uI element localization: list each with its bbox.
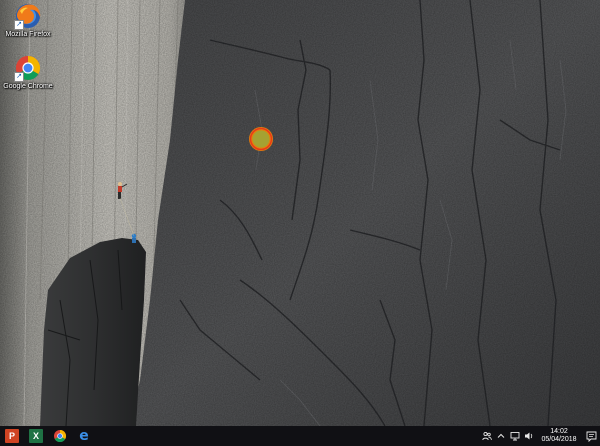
desktop-screen: ↗ Mozilla Firefox ↗ Google Chrome P X e … — [0, 0, 600, 446]
edge-icon: e — [79, 428, 89, 444]
desktop-wallpaper — [0, 0, 600, 426]
taskbar-app-chrome[interactable] — [48, 426, 72, 446]
system-tray: 14:02 05/04/2018 — [480, 426, 600, 446]
clock-date: 05/04/2018 — [541, 436, 577, 443]
desktop-icon-label: Google Chrome — [3, 83, 53, 90]
chrome-icon — [54, 430, 67, 443]
taskbar-app-excel[interactable]: X — [24, 426, 48, 446]
firefox-icon: ↗ — [14, 2, 42, 30]
taskbar-app-edge[interactable]: e — [72, 426, 96, 446]
taskbar-app-powerpoint[interactable]: P — [0, 426, 24, 446]
taskbar: P X e 14:02 05/04/2018 — [0, 426, 600, 446]
taskbar-clock[interactable]: 14:02 05/04/2018 — [539, 428, 579, 444]
shortcut-arrow-icon: ↗ — [14, 20, 24, 30]
click-marker-icon — [248, 126, 274, 152]
action-center-button[interactable] — [582, 426, 600, 446]
chrome-icon: ↗ — [14, 54, 42, 82]
chevron-up-icon[interactable] — [494, 426, 508, 446]
excel-icon: X — [29, 429, 43, 443]
volume-icon[interactable] — [522, 426, 536, 446]
people-icon[interactable] — [480, 426, 494, 446]
notification-icon — [586, 431, 596, 442]
clock-time: 14:02 — [550, 428, 568, 435]
desktop-icon-chrome[interactable]: ↗ Google Chrome — [0, 54, 56, 91]
network-icon[interactable] — [508, 426, 522, 446]
desktop-icon-firefox[interactable]: ↗ Mozilla Firefox — [0, 2, 56, 39]
shortcut-arrow-icon: ↗ — [14, 72, 24, 82]
desktop-icon-label: Mozilla Firefox — [5, 31, 51, 38]
powerpoint-icon: P — [5, 429, 19, 443]
